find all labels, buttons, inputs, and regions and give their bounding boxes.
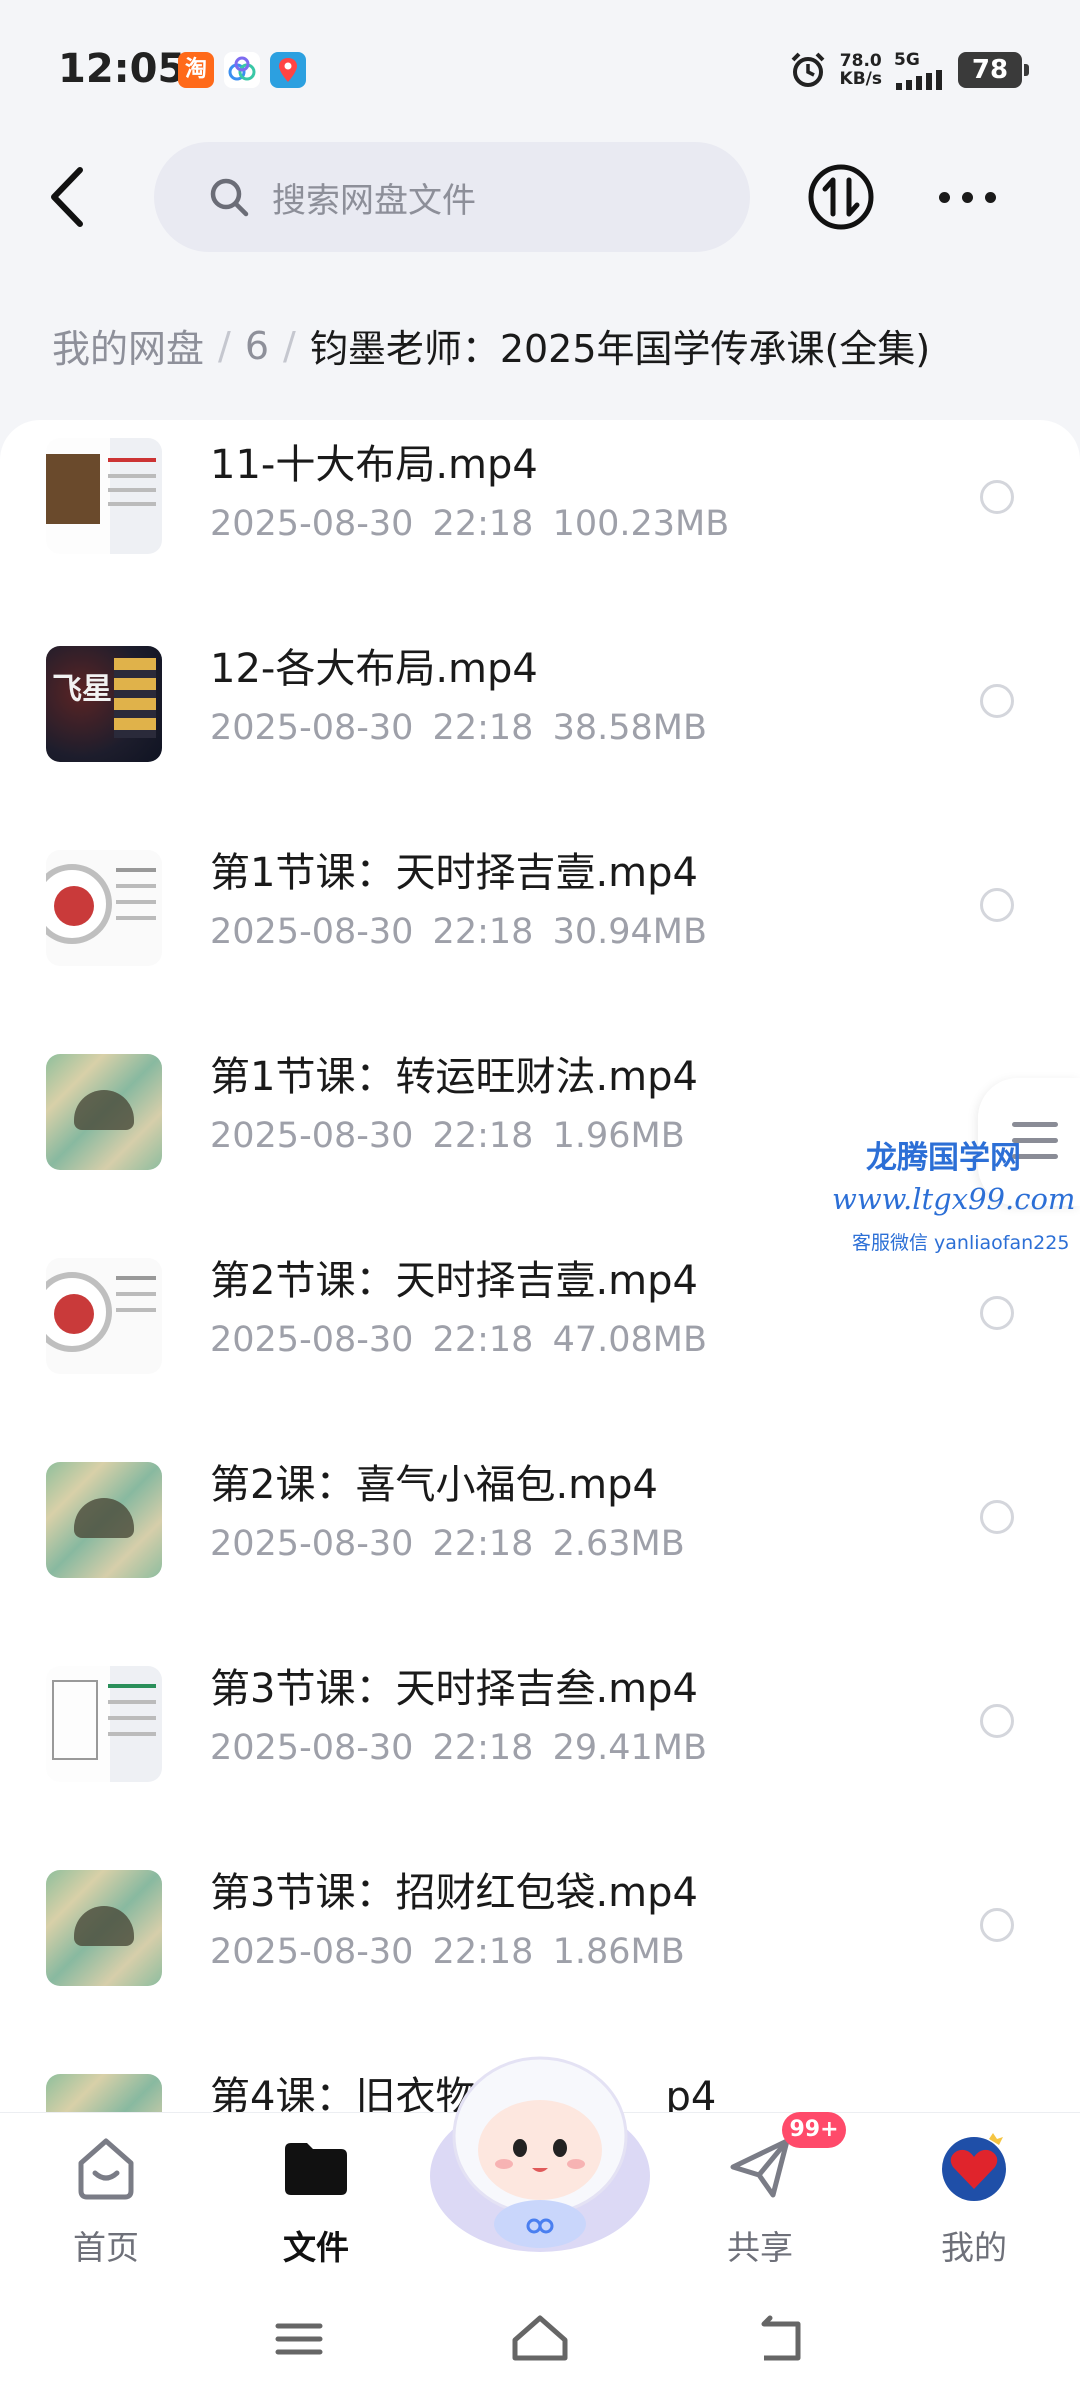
- status-bar: 12:05 淘 78.0 KB/s 5G 78: [0, 0, 1080, 140]
- nav-home[interactable]: 首页: [36, 2133, 176, 2273]
- file-name: 第3节课：招财红包袋.mp4: [210, 1870, 698, 1916]
- signal: 5G: [894, 50, 946, 90]
- watermark-line1: 龙腾国学网: [866, 1140, 1021, 1176]
- nav-files-label: 文件: [283, 2228, 349, 2267]
- video-thumbnail: 飞星: [46, 646, 162, 762]
- select-radio[interactable]: [980, 1704, 1014, 1738]
- select-radio[interactable]: [980, 1500, 1014, 1534]
- sort-button[interactable]: [806, 162, 876, 232]
- battery-indicator: 78: [958, 52, 1029, 88]
- search-input[interactable]: 搜索网盘文件: [154, 142, 750, 252]
- file-row[interactable]: 第2节课：天时择吉壹.mp4 2025-08-30 22:18 47.08MB: [0, 1236, 1080, 1440]
- nav-home-label: 首页: [73, 2228, 139, 2267]
- select-radio[interactable]: [980, 888, 1014, 922]
- breadcrumb-root[interactable]: 我的网盘: [52, 318, 204, 373]
- file-row[interactable]: 飞星 12-各大布局.mp4 2025-08-30 22:18 38.58MB: [0, 624, 1080, 828]
- video-thumbnail: [46, 438, 162, 554]
- file-meta: 2025-08-30 22:18 30.94MB: [210, 912, 707, 952]
- file-name: 11-十大布局.mp4: [210, 442, 538, 488]
- watermark-line2: www.ltgx99.com: [832, 1182, 1076, 1216]
- net-speed: 78.0 KB/s: [839, 51, 882, 89]
- taobao-icon: 淘: [178, 52, 214, 88]
- nav-share-label: 共享: [727, 2228, 793, 2267]
- select-radio[interactable]: [980, 684, 1014, 718]
- file-name: 第2节课：天时择吉壹.mp4: [210, 1258, 698, 1304]
- breadcrumb: 我的网盘 / 6 / 钧墨老师：2025年国学传承课(全集): [52, 318, 930, 373]
- share-badge: 99+: [782, 2112, 846, 2148]
- alarm-clock-icon: [791, 52, 824, 87]
- mascot-icon[interactable]: [424, 2048, 656, 2260]
- cloud-drive-icon: [224, 52, 260, 88]
- select-radio[interactable]: [980, 1296, 1014, 1330]
- file-row[interactable]: 第2课：喜气小福包.mp4 2025-08-30 22:18 2.63MB: [0, 1440, 1080, 1644]
- file-meta: 2025-08-30 22:18 100.23MB: [210, 504, 730, 544]
- nav-files[interactable]: 文件: [246, 2133, 386, 2273]
- paper-plane-icon: [730, 2138, 790, 2198]
- search-icon: [210, 178, 249, 217]
- back-arrow-icon[interactable]: [744, 2304, 814, 2374]
- nav-me[interactable]: 我的: [904, 2133, 1044, 2273]
- select-radio[interactable]: [980, 480, 1014, 514]
- watermark-line3: 客服微信 yanliaofan225: [852, 1232, 1070, 1254]
- nav-me-label: 我的: [941, 2228, 1007, 2267]
- maps-icon: [270, 52, 306, 88]
- status-time: 12:05: [58, 46, 186, 92]
- file-name: 第3节课：天时择吉叁.mp4: [210, 1666, 698, 1712]
- file-name: 第1节课：转运旺财法.mp4: [210, 1054, 698, 1100]
- file-row[interactable]: 第3节课：招财红包袋.mp4 2025-08-30 22:18 1.86MB: [0, 1848, 1080, 2052]
- signal-bars-icon: [896, 70, 942, 90]
- sort-updown-icon: [808, 164, 874, 230]
- file-meta: 2025-08-30 22:18 47.08MB: [210, 1320, 707, 1360]
- video-thumbnail: [46, 1870, 162, 1986]
- app-screen: 12:05 淘 78.0 KB/s 5G 78 搜索网盘文件 我的网盘 / 6 …: [0, 0, 1080, 2400]
- file-name: 第2课：喜气小福包.mp4: [210, 1462, 658, 1508]
- breadcrumb-separator: /: [283, 323, 296, 368]
- heart-avatar-icon: [942, 2133, 1006, 2201]
- file-meta: 2025-08-30 22:18 29.41MB: [210, 1728, 707, 1768]
- folder-icon: [285, 2143, 347, 2195]
- video-thumbnail: [46, 1258, 162, 1374]
- chevron-left-icon: [51, 167, 83, 227]
- video-thumbnail: [46, 1054, 162, 1170]
- file-list: 11-十大布局.mp4 2025-08-30 22:18 100.23MB 飞星…: [0, 420, 1080, 2112]
- file-row[interactable]: 第1节课：天时择吉壹.mp4 2025-08-30 22:18 30.94MB: [0, 828, 1080, 1032]
- file-meta: 2025-08-30 22:18 2.63MB: [210, 1524, 685, 1564]
- breadcrumb-current: 钧墨老师：2025年国学传承课(全集): [309, 327, 931, 371]
- file-row[interactable]: 第3节课：天时择吉叁.mp4 2025-08-30 22:18 29.41MB: [0, 1644, 1080, 1848]
- video-thumbnail: [46, 850, 162, 966]
- status-right: 78.0 KB/s 5G 78: [788, 48, 1029, 92]
- breadcrumb-separator: /: [218, 323, 231, 368]
- home-outline-icon[interactable]: [505, 2304, 575, 2374]
- menu-icon[interactable]: [264, 2304, 334, 2374]
- back-button[interactable]: [40, 162, 100, 232]
- nav-share[interactable]: 共享: [690, 2133, 830, 2273]
- file-name: 第1节课：天时择吉壹.mp4: [210, 850, 698, 896]
- system-nav-bar: [0, 2282, 1080, 2400]
- file-meta: 2025-08-30 22:18 1.96MB: [210, 1116, 685, 1156]
- file-name: 12-各大布局.mp4: [210, 646, 538, 692]
- file-meta: 2025-08-30 22:18 38.58MB: [210, 708, 707, 748]
- breadcrumb-level1[interactable]: 6: [245, 324, 269, 368]
- select-radio[interactable]: [980, 1908, 1014, 1942]
- search-placeholder: 搜索网盘文件: [272, 180, 476, 221]
- more-dots-icon[interactable]: [932, 180, 1002, 214]
- video-thumbnail: [46, 2074, 162, 2112]
- home-icon: [78, 2138, 134, 2200]
- file-row[interactable]: 11-十大布局.mp4 2025-08-30 22:18 100.23MB: [0, 420, 1080, 624]
- video-thumbnail: [46, 1666, 162, 1782]
- video-thumbnail: [46, 1462, 162, 1578]
- file-meta: 2025-08-30 22:18 1.86MB: [210, 1932, 685, 1972]
